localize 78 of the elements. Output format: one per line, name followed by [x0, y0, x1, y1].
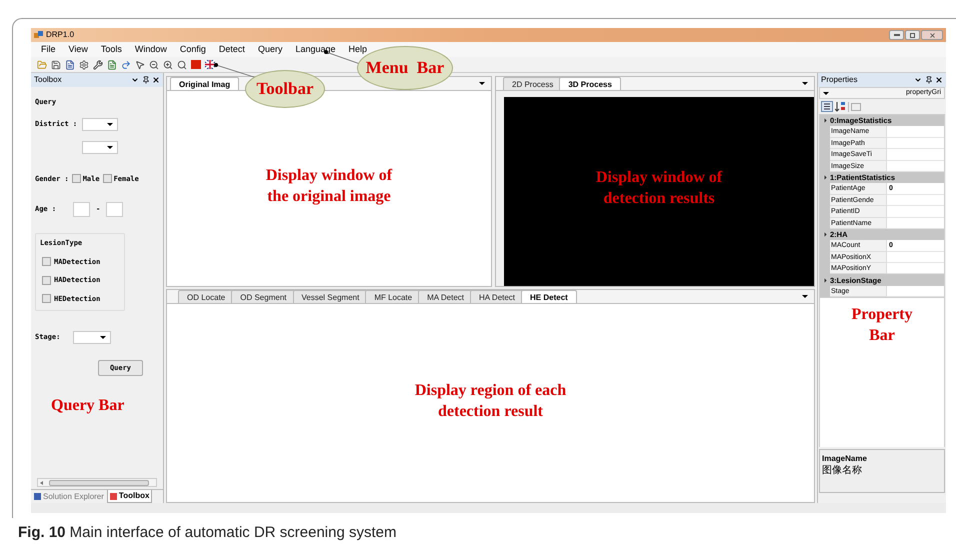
description-text: 图像名称	[822, 465, 863, 476]
figure-caption: Fig. 10 Main interface of automatic DR screening system	[18, 523, 396, 543]
pin-icon[interactable]	[142, 76, 150, 84]
panel-annotation: Query Bar	[51, 396, 126, 416]
app-icon	[34, 30, 43, 40]
caret-icon	[100, 336, 106, 339]
dropdown[interactable]	[82, 140, 118, 154]
menu-item[interactable]: Detect	[218, 42, 245, 56]
input-field[interactable]	[73, 202, 90, 217]
dropdown-icon[interactable]	[479, 82, 485, 85]
panel-annotation: Display window of the original image	[266, 166, 392, 206]
close-icon	[928, 32, 936, 38]
expand-icon[interactable]	[822, 278, 827, 282]
menu-item[interactable]: View	[68, 42, 88, 56]
dropdown-icon[interactable]	[802, 295, 808, 298]
tab[interactable]: Solution Explorer	[32, 490, 106, 503]
dropdown-icon[interactable]	[802, 82, 808, 85]
menu-item[interactable]: Config	[180, 42, 206, 56]
tab[interactable]: Vessel Segment	[292, 290, 368, 303]
checkbox[interactable]	[42, 276, 51, 285]
checkbox[interactable]	[102, 174, 112, 184]
panel-title: Toolbox	[34, 74, 63, 86]
checkbox[interactable]	[42, 294, 51, 304]
panel-title: Properties	[821, 74, 858, 86]
tab[interactable]: HE Detect	[521, 290, 577, 303]
panel-annotation: Property Bar	[851, 305, 912, 346]
dropdown[interactable]	[82, 118, 118, 130]
close-button[interactable]	[921, 30, 943, 40]
checkbox[interactable]	[42, 257, 51, 266]
tab[interactable]: MA Detect	[418, 290, 474, 303]
menu-item[interactable]: Window	[134, 42, 167, 56]
maximize-button[interactable]	[905, 30, 920, 40]
cross-flag-icon[interactable]	[205, 60, 215, 69]
menu-item[interactable]: Tools	[100, 42, 122, 56]
menu-item[interactable]: Language	[295, 42, 336, 56]
tab[interactable]: Toolbox	[106, 490, 152, 503]
minimize-button[interactable]	[889, 30, 904, 40]
tab[interactable]: OD Locate	[178, 290, 234, 303]
dropdown-icon[interactable]	[131, 76, 139, 84]
zoom-in-icon[interactable]	[163, 60, 173, 70]
description-title: ImageName	[822, 453, 868, 465]
tab[interactable]: MF Locate	[365, 290, 422, 303]
expand-icon[interactable]	[822, 232, 827, 237]
tab[interactable]: 2D Process	[503, 77, 562, 90]
page-icon[interactable]	[107, 60, 117, 70]
panel-annotation: Display window of detection results	[596, 168, 722, 208]
save-icon[interactable]	[51, 60, 61, 70]
redo-icon[interactable]	[121, 60, 131, 70]
menu-item[interactable]: File	[41, 42, 56, 56]
search-icon[interactable]	[177, 60, 187, 70]
expand-icon[interactable]	[822, 176, 827, 180]
gear-icon[interactable]	[79, 60, 89, 70]
categorized-icon[interactable]	[821, 101, 833, 112]
close-icon[interactable]	[935, 76, 943, 84]
close-icon[interactable]	[152, 76, 160, 84]
checkbox[interactable]	[72, 174, 81, 184]
caret-icon	[823, 92, 829, 94]
dropdown[interactable]	[73, 331, 111, 344]
caret-icon	[107, 146, 113, 148]
document-icon[interactable]	[65, 60, 75, 70]
tab[interactable]: HA Detect	[470, 290, 524, 303]
panel-annotation: Display region of each detection result	[414, 381, 566, 422]
expand-icon[interactable]	[822, 118, 827, 123]
wrench-icon[interactable]	[93, 60, 103, 70]
caret-icon	[107, 122, 113, 126]
tab[interactable]: OD Segment	[231, 290, 296, 303]
window-title: DRP1.0	[46, 29, 76, 41]
sort-icon[interactable]	[835, 101, 846, 112]
pointer-icon[interactable]	[135, 60, 145, 70]
folder-icon[interactable]	[37, 60, 47, 70]
zoom-out-icon[interactable]	[149, 60, 159, 70]
menu-item[interactable]: Query	[258, 42, 282, 56]
pin-icon[interactable]	[925, 76, 933, 84]
tab[interactable]: 3D Process	[559, 77, 621, 90]
input-field[interactable]	[106, 202, 124, 217]
tab[interactable]: Original Imag	[170, 77, 240, 90]
horizontal-scrollbar[interactable]	[37, 478, 157, 487]
dropdown-icon[interactable]	[914, 76, 922, 84]
